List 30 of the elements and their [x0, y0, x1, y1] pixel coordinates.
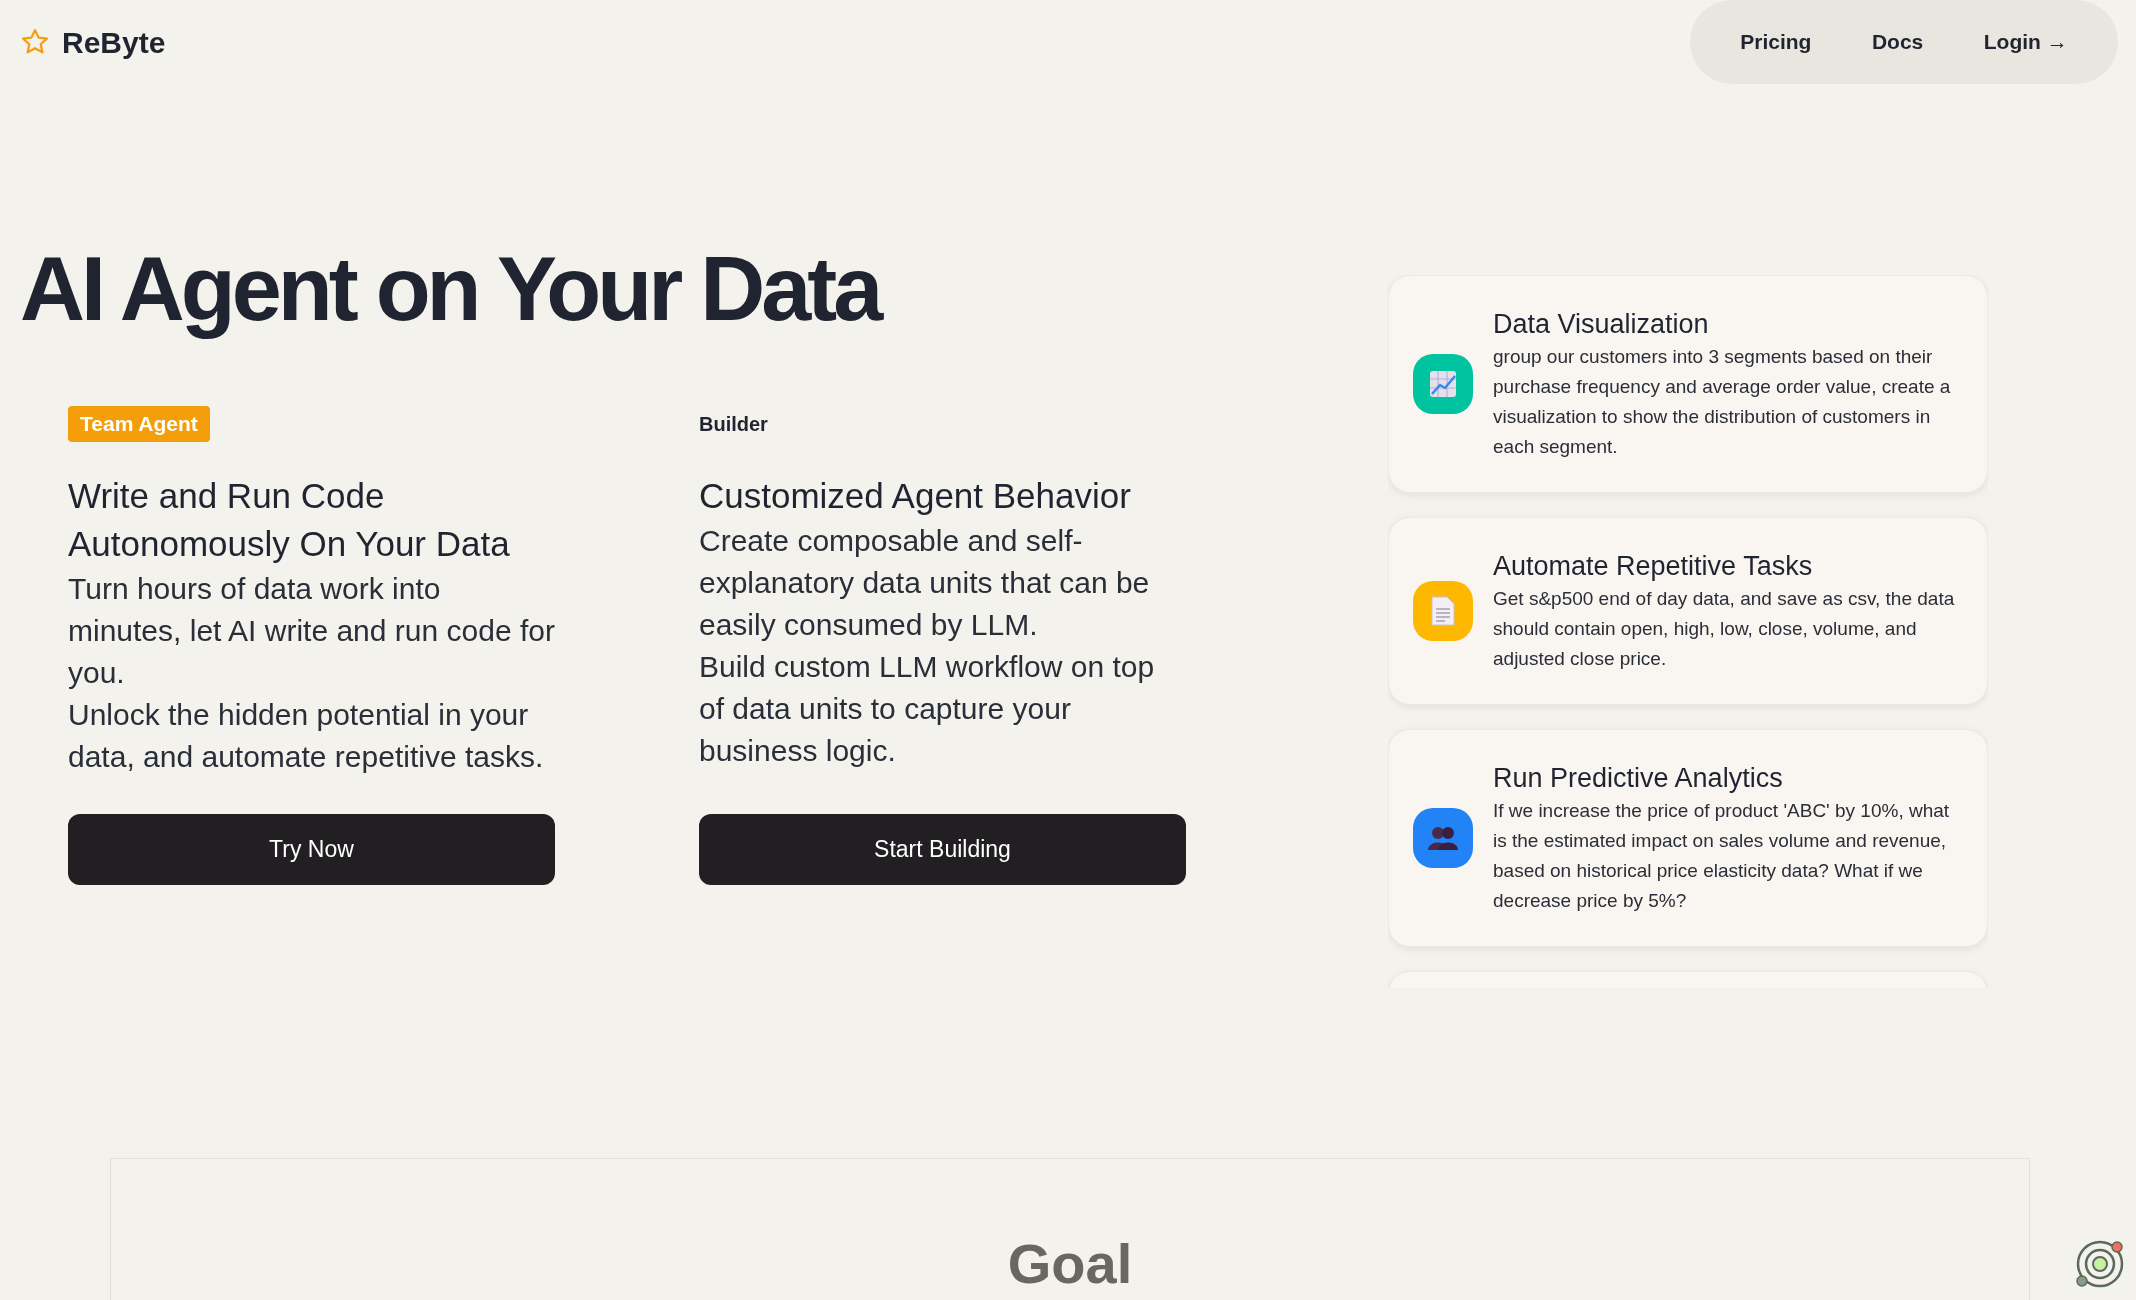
section-heading: Customized Agent Behavior: [699, 475, 1132, 517]
people-icon: [1428, 826, 1458, 850]
section-text: Unlock the hidden potential in your data, and automate repetitive tasks.: [68, 697, 545, 775]
nav-link[interactable]: Login →: [1983, 26, 2068, 58]
tag-label: Builder: [699, 412, 768, 437]
section-heading: Write and Run Code Autonomously On Your Data: [68, 475, 511, 565]
card-text: If we increase the price of product 'ABC' by 10%, what is the estimated impact on sales volume and revenue, based on historical price elasticity data? What if we decrease price by 5%?: [1493, 799, 1951, 913]
card-text: Get s&p500 end of day data, and save as csv, the data should contain open, high, low, close, volume, and adjusted close price.: [1493, 587, 1956, 671]
brand-link[interactable]: ReByte: [62, 19, 166, 65]
card-title: Run Predictive Analytics: [1493, 762, 1784, 795]
star-icon: [20, 27, 50, 57]
tag-badge: Team Agent: [68, 406, 210, 442]
orbit-icon: [2074, 1238, 2126, 1290]
hero-title: AI Agent on Your Data: [20, 238, 882, 341]
section-text: Turn hours of data work into minutes, let AI write and run code for you.: [68, 571, 555, 691]
example-card[interactable]: [1388, 729, 1988, 947]
card-text: group our customers into 3 segments based on their purchase frequency and average order value, create a visualization to show the distribution of customers in each segment.: [1493, 345, 1952, 459]
card-title: Automate Repetitive Tasks: [1493, 550, 1814, 583]
nav-link[interactable]: Pricing: [1740, 26, 1812, 58]
cta-button[interactable]: Try Now: [68, 814, 555, 885]
example-card[interactable]: Automate Repetitive Tasks Get s&p500 end of day data, and save as csv, the data should contain open, high, low, close, volume, and adjusted close price.: [1388, 517, 1988, 705]
chart-icon: [1428, 369, 1458, 399]
card-title: Data Visualization: [1493, 308, 1710, 341]
goal-heading: Goal: [1007, 1231, 1133, 1297]
nav-link[interactable]: Docs: [1871, 26, 1924, 58]
example-card[interactable]: Data Visualization group our customers into 3 segments based on their purchase frequency and average order value, create a visualization to show the distribution of customers in each segment.: [1388, 275, 1988, 493]
section-text: Build custom LLM workflow on top of data units to capture your business logic.: [699, 649, 1156, 769]
document-icon: [1431, 596, 1455, 626]
cta-button[interactable]: Start Building: [699, 814, 1186, 885]
section-text: Create composable and self-explanatory data units that can be easily consumed by LLM.: [699, 523, 1151, 643]
